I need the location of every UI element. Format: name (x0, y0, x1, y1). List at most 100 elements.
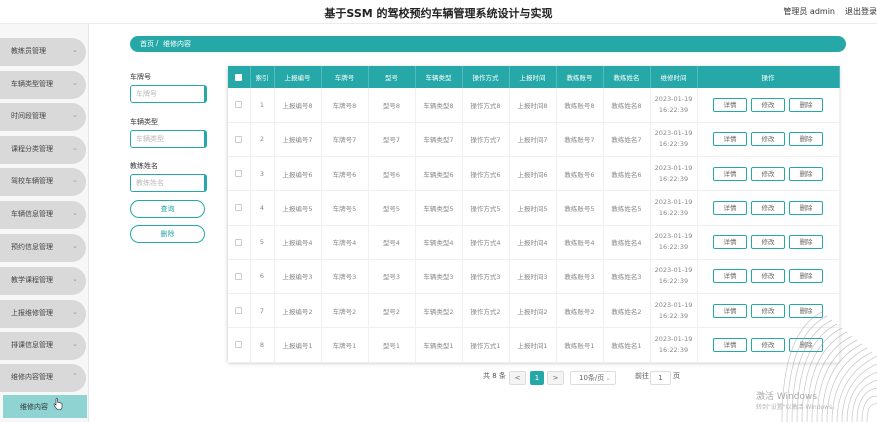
repair-date: 2023-01-19 (654, 94, 693, 103)
sidebar-item-repair-content[interactable]: 维修内容管理 ⌃ (0, 364, 86, 392)
cell-model: 型号4 (368, 225, 416, 260)
sidebar-item-timeslot[interactable]: 时间段管理 ⌄ (0, 103, 86, 131)
cell-no: 上报编号4 (274, 225, 322, 260)
repair-date: 2023-01-19 (654, 334, 693, 343)
edit-button[interactable]: 修改 (751, 200, 785, 215)
delete-button[interactable]: 删除 (789, 200, 823, 215)
cell-model: 型号7 (368, 122, 416, 157)
pagination-total: 共 8 条 (483, 372, 506, 380)
sidebar-subitem-repair-content[interactable]: 维修内容 (3, 395, 87, 418)
sidebar: 教练员管理 ⌄ 车辆类型管理 ⌄ 时间段管理 ⌄ 课程分类管理 ⌄ 驾校车辆管理 ⌄ 车辆… (0, 24, 89, 422)
cell-method: 操作方式5 (462, 190, 510, 225)
query-button[interactable]: 查询 (130, 200, 205, 218)
column-header: 教练姓名 (603, 66, 651, 88)
page-size-select[interactable]: 10条/页 ⌄ (570, 371, 616, 385)
row-checkbox[interactable] (235, 341, 243, 349)
sidebar-item-teaching-course[interactable]: 教学课程管理 ⌄ (0, 267, 86, 295)
detail-button[interactable]: 详情 (713, 166, 747, 181)
coach-name-input[interactable] (130, 174, 207, 192)
app-page: 基于SSM 的驾校预约车辆管理系统设计与实现 管理员 admin 退出登录 教练… (0, 0, 877, 422)
vehicle-type-label: 车辆类型 (130, 118, 158, 126)
breadcrumb-home[interactable]: 首页 (140, 39, 154, 49)
row-checkbox[interactable] (235, 170, 243, 178)
column-header: 车牌号 (321, 66, 369, 88)
cell-no: 上报编号8 (274, 88, 322, 123)
repair-clock: 16:22:39 (658, 277, 689, 286)
delete-button[interactable]: 删除 (789, 269, 823, 284)
edit-button[interactable]: 修改 (751, 235, 785, 250)
column-header: 维修时间 (650, 66, 698, 88)
sidebar-item-school-vehicle[interactable]: 驾校车辆管理 ⌄ (0, 168, 86, 196)
prev-page-button[interactable]: < (509, 371, 526, 385)
chevron-down-icon: ⌄ (72, 340, 78, 348)
row-checkbox[interactable] (235, 135, 243, 143)
sidebar-item-label: 教学课程管理 (11, 276, 53, 284)
delete-button[interactable]: 删除 (789, 97, 823, 112)
cell-type: 车辆类型4 (415, 225, 463, 260)
next-page-button[interactable]: > (547, 371, 564, 385)
cell-acct: 教练账号1 (556, 327, 604, 362)
cell-plate: 车牌号7 (321, 122, 369, 157)
select-all-checkbox[interactable] (235, 73, 243, 81)
sidebar-item-coach[interactable]: 教练员管理 ⌄ (0, 38, 86, 66)
row-checkbox[interactable] (235, 238, 243, 246)
cell-acct: 教练账号3 (556, 259, 604, 294)
plate-input[interactable] (130, 85, 207, 103)
cell-name: 教练姓名8 (603, 88, 651, 123)
detail-button[interactable]: 详情 (713, 97, 747, 112)
batch-delete-button[interactable]: 删除 (130, 225, 205, 243)
delete-button[interactable]: 删除 (789, 132, 823, 147)
chevron-down-icon: ⌄ (72, 209, 78, 217)
breadcrumb-current: 维修内容 (163, 40, 191, 48)
cell-plate: 车牌号1 (321, 327, 369, 362)
cell-method: 操作方式4 (462, 225, 510, 260)
table-header-row: 索引 上报编号 车牌号 型号 车辆类型 操作方式 上报时间 教练账号 教练姓名 … (228, 66, 840, 88)
sidebar-item-vehicle-info[interactable]: 车辆信息管理 ⌄ (0, 201, 86, 229)
edit-button[interactable]: 修改 (751, 132, 785, 147)
vehicle-type-input[interactable] (130, 130, 207, 148)
delete-button[interactable]: 删除 (789, 235, 823, 250)
chevron-down-icon: ⌄ (72, 275, 78, 283)
sidebar-item-label: 车辆信息管理 (11, 210, 53, 218)
breadcrumb-separator: / (156, 39, 159, 47)
sidebar-item-schedule[interactable]: 排课信息管理 ⌄ (0, 332, 86, 360)
repair-clock: 16:22:39 (658, 345, 689, 354)
detail-button[interactable]: 详情 (713, 269, 747, 284)
sidebar-item-label: 预约信息管理 (11, 243, 53, 251)
cell-time: 上报时间4 (509, 225, 557, 260)
chevron-down-icon: ⌄ (72, 111, 78, 119)
edit-button[interactable]: 修改 (751, 97, 785, 112)
logout-link[interactable]: 退出登录 (845, 6, 877, 17)
cell-time: 上报时间2 (509, 293, 557, 328)
edit-button[interactable]: 修改 (751, 166, 785, 181)
row-checkbox[interactable] (235, 272, 243, 280)
sidebar-item-booking[interactable]: 预约信息管理 ⌄ (0, 234, 86, 262)
sidebar-item-vehicle-type[interactable]: 车辆类型管理 ⌄ (0, 71, 86, 99)
sidebar-item-course-category[interactable]: 课程分类管理 ⌄ (0, 136, 86, 164)
table-row: 5 上报编号4 车牌号4 型号4 车辆类型4 操作方式4 上报时间4 教练账号4 教练姓名4 20… (228, 225, 840, 260)
cell-idx: 4 (250, 190, 275, 225)
cell-acct: 教练账号4 (556, 225, 604, 260)
cell-type: 车辆类型5 (415, 190, 463, 225)
row-select-cell (228, 293, 251, 328)
detail-button[interactable]: 详情 (713, 200, 747, 215)
table-row: 1 上报编号8 车牌号8 型号8 车辆类型8 操作方式8 上报时间8 教练账号8 教练姓名8 20… (228, 88, 840, 123)
delete-button[interactable]: 删除 (789, 166, 823, 181)
row-checkbox[interactable] (235, 101, 243, 109)
cell-time: 上报时间3 (509, 259, 557, 294)
page-1-button[interactable]: 1 (530, 371, 544, 385)
cell-repair-time: 2023-01-19 16:22:39 (650, 259, 698, 294)
cell-plate: 车牌号8 (321, 88, 369, 123)
goto-page-input[interactable]: 1 (650, 371, 671, 385)
row-checkbox[interactable] (235, 204, 243, 212)
detail-button[interactable]: 详情 (713, 132, 747, 147)
cell-model: 型号3 (368, 259, 416, 294)
detail-button[interactable]: 详情 (713, 337, 747, 352)
sidebar-item-repair-report[interactable]: 上报维修管理 ⌄ (0, 300, 86, 328)
detail-button[interactable]: 详情 (713, 303, 747, 318)
row-checkbox[interactable] (235, 307, 243, 315)
detail-button[interactable]: 详情 (713, 235, 747, 250)
cell-method: 操作方式3 (462, 259, 510, 294)
cell-actions: 详情 修改 删除 (697, 190, 840, 225)
edit-button[interactable]: 修改 (751, 269, 785, 284)
